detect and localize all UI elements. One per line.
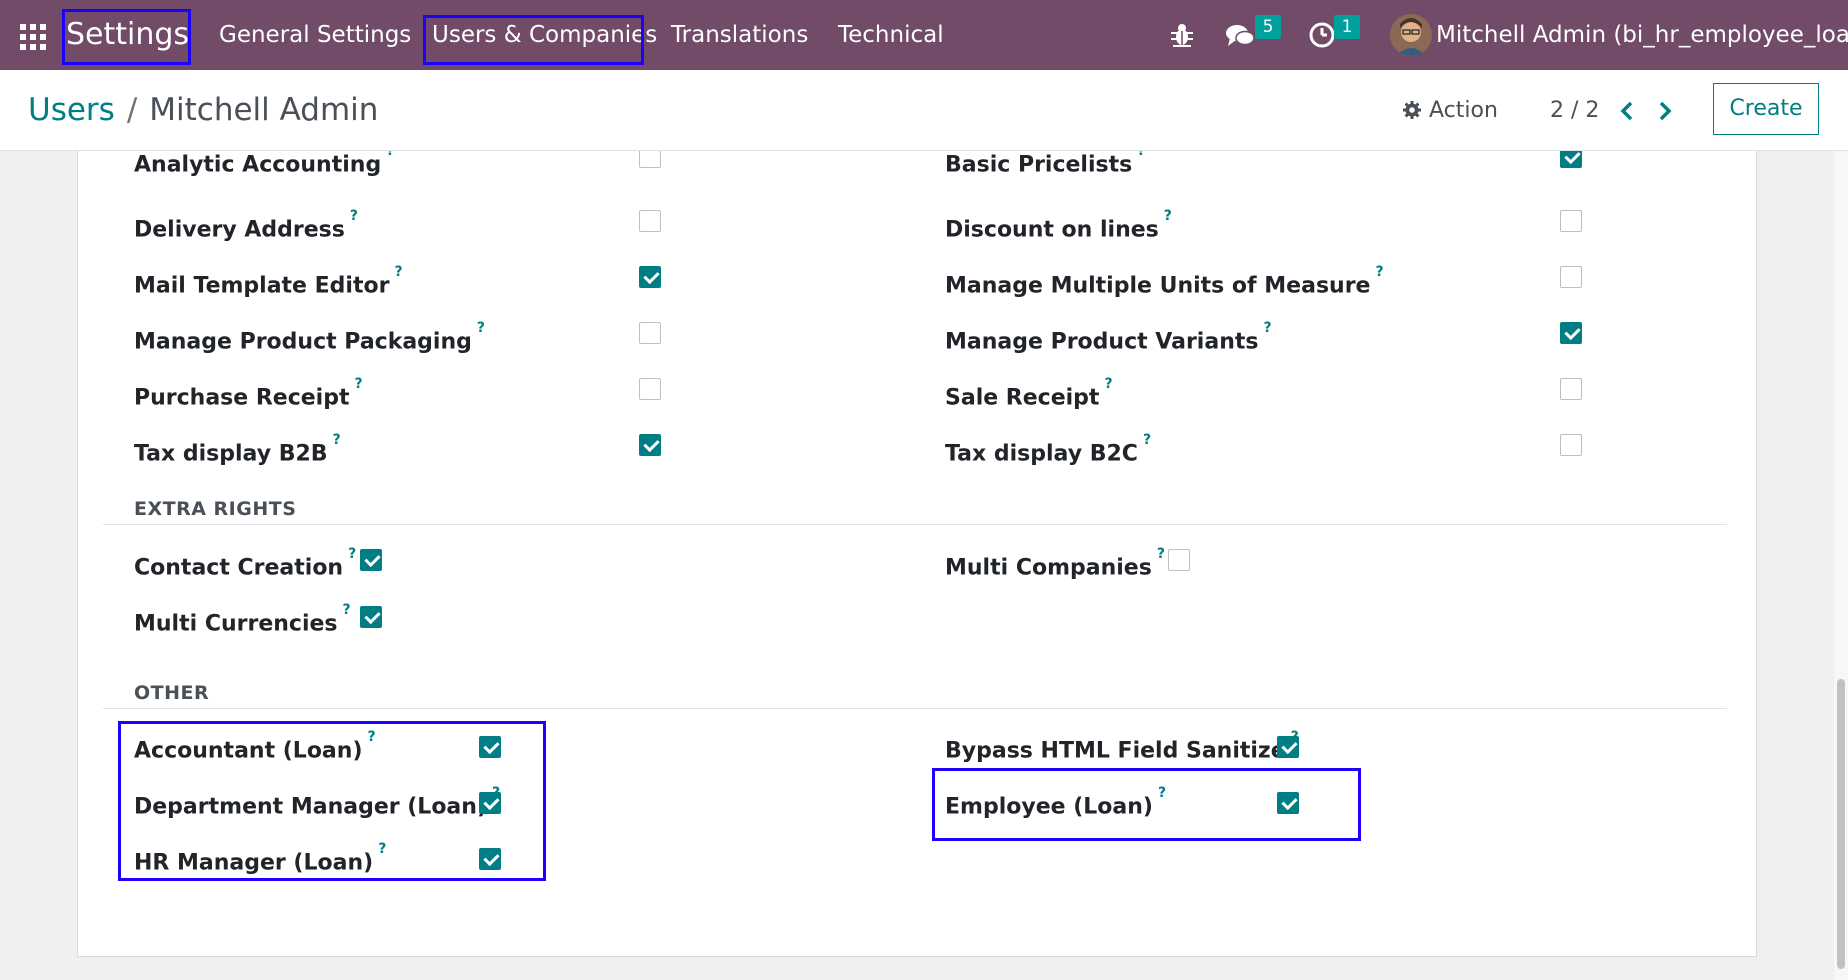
field-label: Manage Product Packaging? <box>134 320 486 355</box>
avatar[interactable] <box>1390 14 1432 56</box>
field-label: Delivery Address? <box>134 208 358 243</box>
chevron-left-icon[interactable] <box>1612 94 1642 128</box>
field-label: Multi Currencies? <box>134 602 351 637</box>
section-title-extra-rights: EXTRA RIGHTS <box>134 498 297 520</box>
activities-badge: 1 <box>1334 15 1360 39</box>
breadcrumb-users-link[interactable]: Users <box>28 92 115 128</box>
checkbox[interactable] <box>1560 322 1582 344</box>
checkbox[interactable] <box>1277 736 1299 758</box>
checkbox[interactable] <box>360 606 382 628</box>
control-panel: Users / Mitchell Admin Action 2 / 2 Create <box>0 70 1848 151</box>
clock-icon[interactable] <box>1307 20 1337 50</box>
checkbox[interactable] <box>639 434 661 456</box>
apps-grid-icon[interactable] <box>20 24 46 50</box>
field-label: Tax display B2B? <box>134 432 341 467</box>
breadcrumb-separator: / <box>126 92 138 128</box>
action-label: Action <box>1429 98 1498 123</box>
checkbox[interactable] <box>639 266 661 288</box>
top-navbar: Settings General Settings Users & Compan… <box>0 0 1848 70</box>
checkbox[interactable] <box>639 378 661 400</box>
menu-translations[interactable]: Translations <box>671 0 808 70</box>
scrollbar-thumb[interactable] <box>1837 679 1845 969</box>
field-label: Analytic Accounting? <box>134 151 395 178</box>
checkbox[interactable] <box>360 549 382 571</box>
field-label: Bypass HTML Field Sanitize? <box>945 729 1299 764</box>
field-label: Multi Companies? <box>945 546 1165 581</box>
field-label: Purchase Receipt? <box>134 376 363 411</box>
menu-technical[interactable]: Technical <box>838 0 944 70</box>
field-label: Mail Template Editor? <box>134 264 403 299</box>
scrollbar[interactable] <box>1834 151 1848 980</box>
breadcrumb-current: Mitchell Admin <box>149 92 379 128</box>
chat-icon[interactable] <box>1225 20 1255 50</box>
section-divider <box>103 524 1727 525</box>
checkbox[interactable] <box>639 322 661 344</box>
checkbox[interactable] <box>639 151 661 168</box>
field-label: Sale Receipt? <box>945 376 1113 411</box>
messages-badge: 5 <box>1255 15 1281 39</box>
gear-icon <box>1403 101 1421 119</box>
highlight-box <box>932 768 1361 841</box>
bug-icon[interactable] <box>1167 20 1197 50</box>
field-label: Manage Multiple Units of Measure? <box>945 264 1384 299</box>
field-label: Basic Pricelists? <box>945 151 1146 178</box>
action-button[interactable]: Action <box>1402 94 1498 128</box>
field-label: Tax display B2C? <box>945 432 1152 467</box>
chevron-right-icon[interactable] <box>1650 94 1680 128</box>
pager-value[interactable]: 2 / 2 <box>1550 94 1599 128</box>
checkbox[interactable] <box>1560 210 1582 232</box>
checkbox[interactable] <box>1560 151 1582 168</box>
checkbox[interactable] <box>639 210 661 232</box>
field-label: Contact Creation? <box>134 546 357 581</box>
create-button[interactable]: Create <box>1713 83 1819 135</box>
field-label: Discount on lines? <box>945 208 1172 243</box>
field-label: Manage Product Variants? <box>945 320 1272 355</box>
checkbox[interactable] <box>1560 266 1582 288</box>
checkbox[interactable] <box>1560 434 1582 456</box>
checkbox[interactable] <box>1168 549 1190 571</box>
menu-general-settings[interactable]: General Settings <box>219 0 411 70</box>
highlight-box <box>62 9 191 65</box>
section-divider <box>103 708 1727 709</box>
highlight-box <box>118 721 546 881</box>
form-content: Analytic Accounting? Delivery Address? M… <box>0 151 1848 980</box>
highlight-box <box>423 15 644 65</box>
breadcrumb: Users / Mitchell Admin <box>28 90 378 130</box>
section-title-other: OTHER <box>134 682 210 704</box>
checkbox[interactable] <box>1560 378 1582 400</box>
user-menu[interactable]: Mitchell Admin (bi_hr_employee_loan) <box>1436 0 1848 70</box>
